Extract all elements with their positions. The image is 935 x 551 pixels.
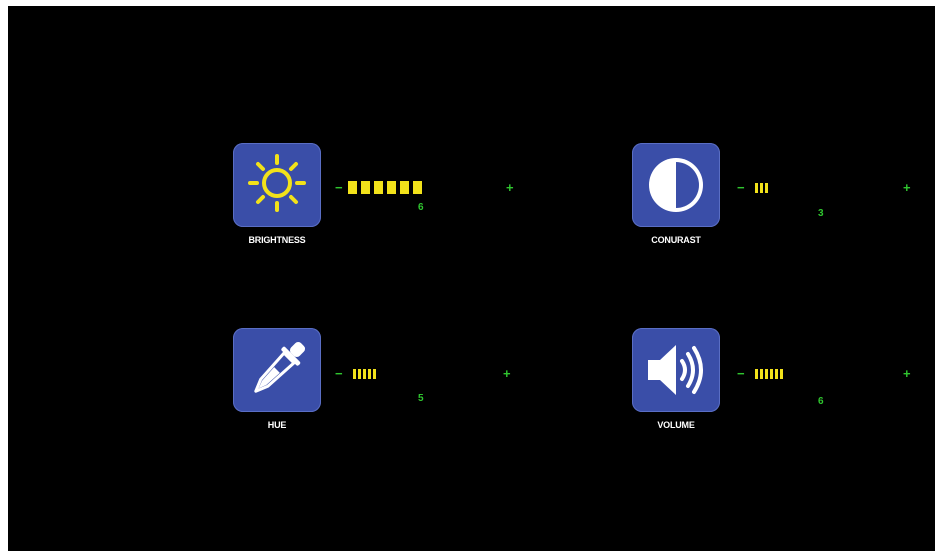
brightness-increase-button[interactable]: + (506, 181, 514, 194)
hue-label: HUE (267, 420, 287, 430)
osd-screen: BRIGHTNESS − 6 + CONURAST − 3 + HUE − 5 … (8, 6, 935, 551)
level-segment (770, 369, 773, 379)
level-segment (387, 181, 396, 194)
contrast-icon (649, 158, 703, 212)
level-segment (760, 183, 763, 193)
hue-value: 5 (418, 393, 424, 404)
level-segment (780, 369, 783, 379)
level-segment (348, 181, 357, 194)
contrast-level-bar[interactable] (755, 183, 770, 196)
level-segment (361, 181, 370, 194)
volume-tile[interactable] (632, 328, 720, 412)
volume-increase-button[interactable]: + (903, 367, 911, 380)
contrast-increase-button[interactable]: + (903, 181, 911, 194)
level-segment (373, 369, 376, 379)
brightness-level-bar[interactable] (348, 181, 426, 194)
level-segment (413, 181, 422, 194)
volume-level-bar[interactable] (755, 369, 785, 382)
hue-decrease-button[interactable]: − (335, 367, 343, 380)
brightness-decrease-button[interactable]: − (335, 181, 343, 194)
level-segment (353, 369, 356, 379)
level-segment (368, 369, 371, 379)
hue-tile[interactable] (233, 328, 321, 412)
level-segment (363, 369, 366, 379)
brightness-label: BRIGHTNESS (248, 235, 306, 245)
contrast-decrease-button[interactable]: − (737, 181, 745, 194)
brightness-tile[interactable] (233, 143, 321, 227)
level-segment (755, 369, 758, 379)
level-segment (765, 369, 768, 379)
eyedropper-icon (254, 341, 306, 393)
sun-icon (248, 154, 306, 212)
level-segment (760, 369, 763, 379)
level-segment (765, 183, 768, 193)
level-segment (374, 181, 383, 194)
brightness-value: 6 (418, 202, 424, 213)
contrast-value: 3 (818, 208, 824, 219)
volume-value: 6 (818, 396, 824, 407)
hue-increase-button[interactable]: + (503, 367, 511, 380)
contrast-tile[interactable] (632, 143, 720, 227)
speaker-icon (648, 345, 703, 395)
contrast-label: CONURAST (651, 235, 701, 245)
volume-label: VOLUME (657, 420, 695, 430)
level-segment (755, 183, 758, 193)
level-segment (358, 369, 361, 379)
level-segment (400, 181, 409, 194)
volume-decrease-button[interactable]: − (737, 367, 745, 380)
level-segment (775, 369, 778, 379)
hue-level-bar[interactable] (353, 369, 378, 382)
